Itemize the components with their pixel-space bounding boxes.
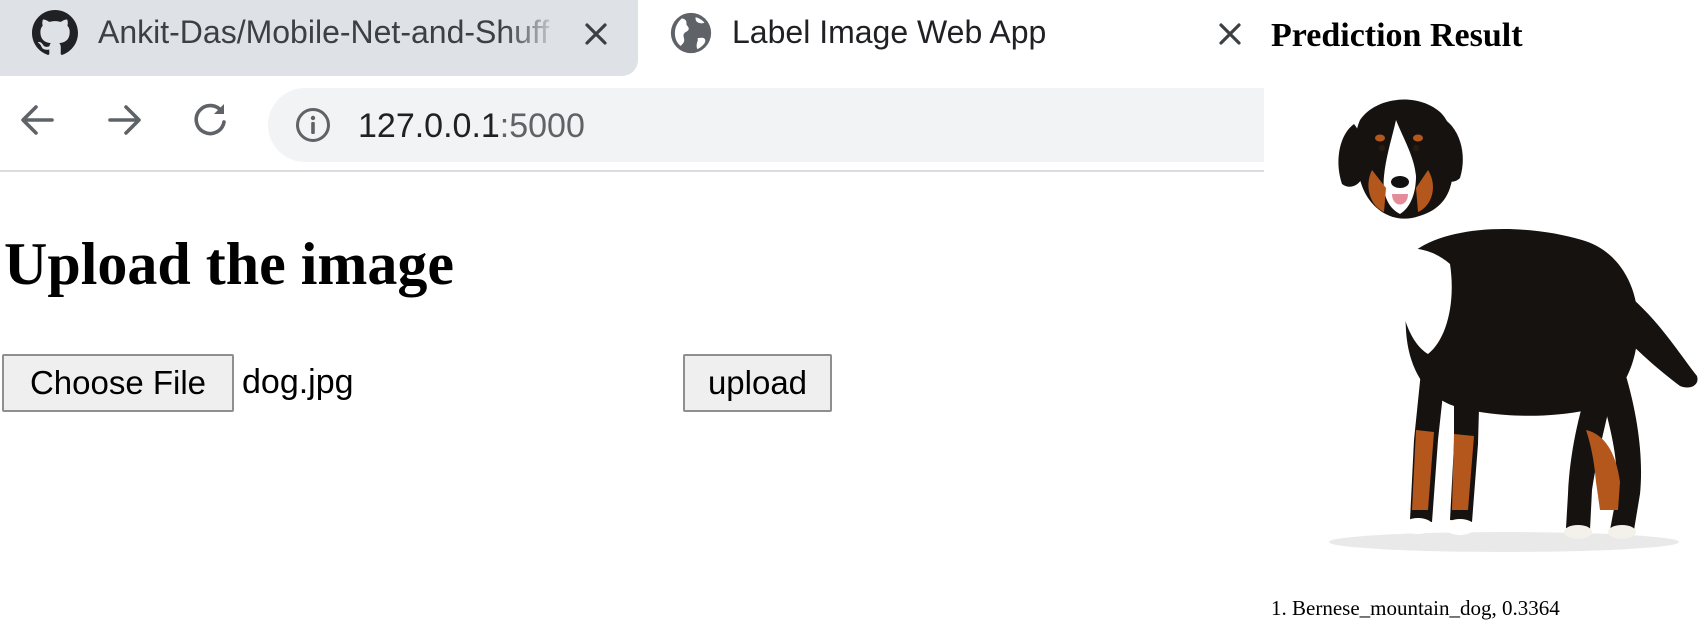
info-icon[interactable] bbox=[294, 106, 332, 144]
tab-strip: Ankit-Das/Mobile-Net-and-Shuff Label Ima… bbox=[0, 0, 1264, 76]
address-bar[interactable]: 127.0.0.1:5000 bbox=[268, 88, 1264, 162]
close-icon[interactable] bbox=[578, 16, 614, 52]
reload-icon[interactable] bbox=[188, 98, 232, 142]
result-title: Prediction Result bbox=[1271, 17, 1523, 54]
url-port: :5000 bbox=[499, 107, 585, 145]
selected-file-name: dog.jpg bbox=[242, 363, 354, 401]
browser-window: Ankit-Das/Mobile-Net-and-Shuff Label Ima… bbox=[0, 0, 1264, 625]
close-icon[interactable] bbox=[1212, 16, 1248, 52]
tab-title: Ankit-Das/Mobile-Net-and-Shuff bbox=[98, 14, 550, 50]
forward-arrow-icon[interactable] bbox=[102, 98, 146, 142]
url-host: 127.0.0.1 bbox=[358, 107, 500, 145]
upload-button[interactable]: upload bbox=[683, 354, 832, 412]
back-arrow-icon[interactable] bbox=[16, 98, 60, 142]
screenshot-stage: Ankit-Das/Mobile-Net-and-Shuff Label Ima… bbox=[0, 0, 1699, 625]
dog-image bbox=[1329, 99, 1698, 552]
github-icon bbox=[32, 10, 78, 55]
choose-file-button[interactable]: Choose File bbox=[2, 354, 234, 412]
tab-label-image-web-app[interactable]: Label Image Web App bbox=[648, 0, 1264, 76]
tab-github-repo[interactable]: Ankit-Das/Mobile-Net-and-Shuff bbox=[0, 0, 638, 76]
globe-icon bbox=[670, 12, 712, 54]
page-content: Upload the image Choose File dog.jpg upl… bbox=[0, 174, 1264, 625]
prediction-text: 1. Bernese_mountain_dog, 0.3364 bbox=[1271, 596, 1560, 620]
page-heading: Upload the image bbox=[4, 231, 454, 297]
prediction-result-panel: Prediction Result 1. Bernese_mountain_do… bbox=[1264, 0, 1699, 625]
tab-title: Label Image Web App bbox=[732, 14, 1047, 50]
browser-toolbar: 127.0.0.1:5000 bbox=[0, 76, 1264, 172]
url-text[interactable]: 127.0.0.1:5000 bbox=[358, 107, 585, 146]
